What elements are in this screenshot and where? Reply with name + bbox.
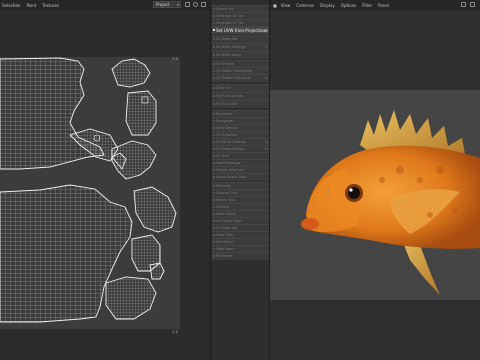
uv-editor-area[interactable]: 1,1 1,0 [0,10,210,360]
project-dropdown[interactable]: Project ▾ [153,1,181,8]
tool-row[interactable]: Pin Vertex [212,252,269,260]
tool-row[interactable]: Scale UV [212,84,269,92]
fish-lips [301,218,319,230]
tool-row-label: Optimal Cuts [216,191,238,195]
menu-filter[interactable]: Filter [362,3,372,8]
tool-row-label: Fit UV to Canvas [216,94,244,98]
tool-row-label: Island Settings [216,161,241,165]
viewport-settings-icon[interactable] [461,2,466,7]
uv-corner-label-top: 1,1 [172,57,178,61]
tool-row-label: UV Terrace [216,62,234,66]
tool-row[interactable]: UV Relax Apply [212,51,269,59]
tool-row-label: Fit UV to Tile [216,102,237,106]
tool-row-label: UV Pattern Transform [216,76,252,80]
tool-row-label: UV Snap Settings [216,147,245,151]
tool-row-label: UV Relax Tool [216,37,239,41]
tool-row-label: Generate UV Tex [216,14,244,18]
uv-canvas[interactable]: 1,1 1,0 [0,57,180,334]
uv-corner-label-bottom: 1,0 [172,330,178,334]
tool-row-label: Seam Sharp [216,212,237,216]
project-dropdown-value: Project [156,2,170,7]
tool-row-label: Seams Tool [216,198,235,202]
tool-row-label: UV Edge Tool [216,226,238,230]
tool-row-label: Seam Tool [216,233,233,237]
tool-row-label: Islands Selection [216,168,244,172]
tool-row-label: UV Relax Apply [216,53,242,57]
viewport-menubar: ■ View Cameras Display Options Filter Pa… [270,0,480,10]
uv-wireframe [0,57,177,323]
menu-display[interactable]: Display [320,3,335,8]
3d-viewport[interactable] [270,10,480,360]
tool-row-label: Grid Relax [216,240,234,244]
grid-icon[interactable] [201,2,206,7]
tool-row-label: Cut Seam Edge [216,219,242,223]
tool-row-label: Packing [216,205,229,209]
tool-row-label: UV Transform [216,133,239,137]
uv-island-fin-small [149,262,165,280]
uv-tools-panel: Collect Tex Generate UV Tex Generate UV Te… [210,0,270,360]
menu-view[interactable]: View [281,3,291,8]
gear-icon[interactable]: ⚙ [265,44,268,51]
tool-row-label: Generate UV Tex [216,21,244,25]
brush-icon[interactable] [185,2,190,7]
tool-row-label: UV Mirror Settings [216,140,247,144]
tool-row-label: Unify Density [216,126,239,130]
tool-row[interactable]: Fit UV to Tile [212,100,269,108]
uv-island-upper-body [0,57,105,170]
tool-row-label: Pin Vertex [216,254,233,258]
fish-model [301,110,480,295]
tool-row[interactable]: Island Select Tools [212,173,269,181]
tool-row-label: UV Grid [216,154,229,158]
uv-island-gill [125,90,157,136]
tool-row-label: Relaxing [216,184,231,188]
menu-selection[interactable]: Selection [2,3,20,8]
tool-row-label: Set UVW from Projection [216,28,266,33]
menu-options[interactable]: Options [341,3,356,8]
menu-cameras[interactable]: Cameras [296,3,314,8]
tool-row-label: UV Relax Settings [216,45,246,49]
menu-textures[interactable]: Textures [42,3,59,8]
menu-paint[interactable]: Paint [26,3,36,8]
tool-row-label: Collect Tex [216,7,234,11]
tool-row-label: UV Pattern Reshaping [216,69,252,73]
menu-panel[interactable]: Panel [378,3,389,8]
gear-icon[interactable]: ⚙ [264,27,268,34]
viewport-maximize-icon[interactable] [470,2,475,7]
tool-row[interactable]: UV Relax Settings ⚙ [212,43,269,51]
tool-row-label: Island Select Tools [216,175,247,179]
tool-row[interactable]: UV Relax Tool [212,35,269,43]
tool-row-label: Mark Seam [216,247,235,251]
menu-icon[interactable]: ■ [273,3,277,8]
uv-island-eye [111,58,151,88]
uv-island-jaw [133,186,177,233]
gear-icon[interactable]: ⚙ [265,75,268,82]
tool-row-label: Normalize [216,112,233,116]
tool-row[interactable]: Fit UV to Canvas [212,92,269,100]
chevron-down-icon: ▾ [176,2,179,7]
tool-row-label: Scale UV [216,86,231,90]
uv-island-tail [105,276,157,320]
sphere-icon[interactable] [193,2,198,7]
tool-row[interactable]: UV Pattern Transform ⚙ [212,74,269,82]
tool-row-label: Straighten [216,119,234,123]
tool-row[interactable]: Set UVW from Projection ⚙ [212,26,269,34]
